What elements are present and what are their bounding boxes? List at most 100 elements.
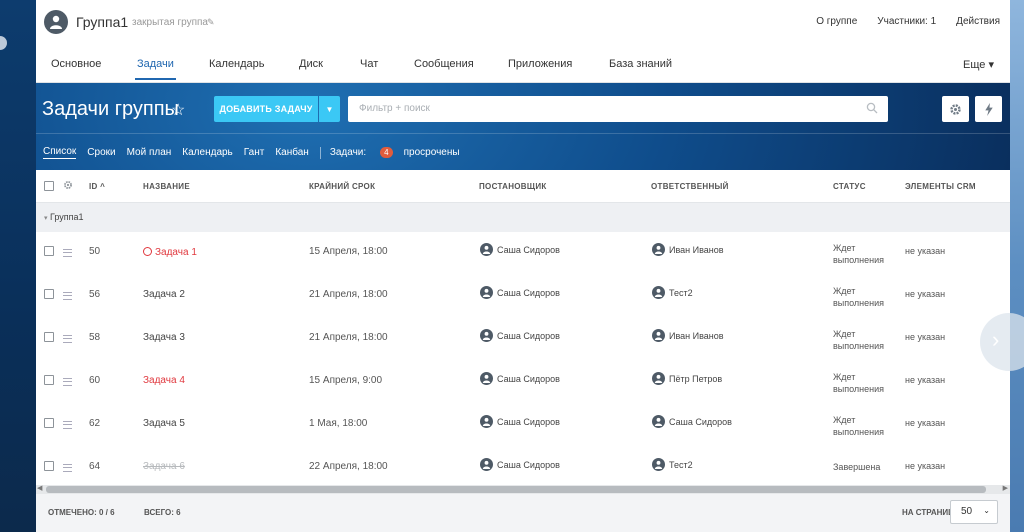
- drag-handle-icon[interactable]: [63, 421, 72, 429]
- task-responsible[interactable]: Иван Иванов: [652, 243, 724, 256]
- row-checkbox[interactable]: [44, 289, 54, 299]
- tab-chat[interactable]: Чат: [360, 58, 378, 70]
- column-crm[interactable]: ЭЛЕМЕНТЫ CRM: [905, 182, 976, 191]
- creator-name: Саша Сидоров: [497, 459, 560, 470]
- task-creator[interactable]: Саша Сидоров: [480, 415, 560, 428]
- group-tabs: Основное Задачи Календарь Диск Чат Сообщ…: [36, 44, 1010, 83]
- task-responsible[interactable]: Иван Иванов: [652, 329, 724, 342]
- lightning-button[interactable]: [975, 96, 1002, 122]
- task-status: Завершена: [833, 461, 880, 473]
- column-status[interactable]: СТАТУС: [833, 182, 866, 191]
- members-link[interactable]: Участники: 1: [877, 16, 936, 27]
- background-right: [1010, 0, 1024, 532]
- task-title[interactable]: Задача 6: [143, 461, 185, 472]
- view-kanban[interactable]: Канбан: [275, 147, 309, 158]
- scrollbar-thumb[interactable]: [46, 486, 986, 493]
- drag-handle-icon[interactable]: [63, 249, 72, 257]
- user-avatar-icon: [652, 329, 665, 342]
- settings-button[interactable]: [942, 96, 969, 122]
- view-my-plan[interactable]: Мой план: [127, 147, 172, 158]
- table-row[interactable]: 62 Задача 5 1 Мая, 18:00 Саша Сидоров Саша С…: [36, 404, 1010, 448]
- task-deadline[interactable]: 1 Мая, 18:00: [309, 418, 367, 429]
- about-group-link[interactable]: О группе: [816, 16, 857, 27]
- task-title[interactable]: Задача 4: [143, 375, 185, 386]
- drag-handle-icon[interactable]: [63, 378, 72, 386]
- table-row[interactable]: 60 Задача 4 15 Апреля, 9:00 Саша Сидоров Пёт…: [36, 361, 1010, 405]
- task-id: 62: [89, 418, 101, 429]
- tab-knowledge-base[interactable]: База знаний: [609, 58, 672, 70]
- tab-tasks[interactable]: Задачи: [135, 58, 176, 80]
- group-avatar-icon[interactable]: [44, 10, 68, 34]
- task-title[interactable]: Задача 2: [143, 289, 185, 300]
- group-row-label: ▾ Группа1: [44, 212, 84, 222]
- column-name[interactable]: НАЗВАНИЕ: [143, 182, 190, 191]
- column-creator[interactable]: ПОСТАНОВЩИК: [479, 182, 547, 191]
- task-status: Ждет выполнения: [833, 242, 884, 266]
- tab-main[interactable]: Основное: [51, 58, 101, 70]
- column-responsible[interactable]: ОТВЕТСТВЕННЫЙ: [651, 182, 729, 191]
- tab-messages[interactable]: Сообщения: [414, 58, 474, 70]
- table-row[interactable]: 58 Задача 3 21 Апреля, 18:00 Саша Сидоров Ив…: [36, 318, 1010, 362]
- row-checkbox[interactable]: [44, 461, 54, 471]
- column-id[interactable]: ID ^: [89, 182, 105, 191]
- column-settings-gear-icon[interactable]: [63, 180, 73, 190]
- group-row[interactable]: ▾ Группа1: [36, 203, 1010, 233]
- edit-pencil-icon[interactable]: ✎: [207, 17, 215, 28]
- task-responsible[interactable]: Саша Сидоров: [652, 415, 732, 428]
- search-input[interactable]: Фильтр + поиск: [348, 96, 888, 122]
- row-checkbox[interactable]: [44, 332, 54, 342]
- chevron-right-icon: ›: [992, 327, 1000, 352]
- tab-calendar[interactable]: Календарь: [209, 58, 265, 70]
- add-task-button[interactable]: ДОБАВИТЬ ЗАДАЧУ: [214, 96, 318, 122]
- task-responsible[interactable]: Тест2: [652, 458, 693, 471]
- user-avatar-icon: [652, 372, 665, 385]
- task-responsible[interactable]: Пётр Петров: [652, 372, 722, 385]
- task-deadline[interactable]: 15 Апреля, 18:00: [309, 246, 388, 257]
- view-gantt[interactable]: Гант: [244, 147, 265, 158]
- add-task-dropdown-icon[interactable]: ▼: [319, 96, 340, 122]
- row-checkbox[interactable]: [44, 418, 54, 428]
- task-creator[interactable]: Саша Сидоров: [480, 286, 560, 299]
- task-creator[interactable]: Саша Сидоров: [480, 329, 560, 342]
- task-title-text: Задача 1: [155, 247, 197, 258]
- tabs-more-button[interactable]: Еще ▾: [963, 58, 994, 71]
- user-avatar-icon: [480, 329, 493, 342]
- drag-handle-icon[interactable]: [63, 464, 72, 472]
- task-deadline[interactable]: 21 Апреля, 18:00: [309, 289, 388, 300]
- actions-link[interactable]: Действия: [956, 16, 1000, 27]
- task-deadline[interactable]: 22 Апреля, 18:00: [309, 461, 388, 472]
- view-deadlines[interactable]: Сроки: [87, 147, 115, 158]
- per-page-select[interactable]: 50 ⌄: [950, 500, 998, 524]
- scroll-left-icon[interactable]: ◀: [37, 484, 42, 492]
- task-creator[interactable]: Саша Сидоров: [480, 243, 560, 256]
- task-title[interactable]: Задача 5: [143, 418, 185, 429]
- side-handle[interactable]: [0, 36, 7, 50]
- overdue-count-badge[interactable]: 4: [380, 147, 393, 158]
- drag-handle-icon[interactable]: [63, 292, 72, 300]
- view-calendar[interactable]: Календарь: [182, 147, 232, 158]
- drag-handle-icon[interactable]: [63, 335, 72, 343]
- task-title[interactable]: Задача 1: [143, 246, 197, 258]
- select-all-checkbox[interactable]: [44, 181, 54, 191]
- task-title[interactable]: Задача 3: [143, 332, 185, 343]
- task-creator[interactable]: Саша Сидоров: [480, 372, 560, 385]
- task-responsible[interactable]: Тест2: [652, 286, 693, 299]
- task-deadline[interactable]: 21 Апреля, 18:00: [309, 332, 388, 343]
- task-creator[interactable]: Саша Сидоров: [480, 458, 560, 471]
- view-list[interactable]: Список: [43, 146, 77, 159]
- task-crm: не указан: [905, 289, 946, 299]
- search-icon[interactable]: [866, 102, 878, 114]
- tab-apps[interactable]: Приложения: [508, 58, 572, 70]
- table-row[interactable]: 56 Задача 2 21 Апреля, 18:00 Саша Сидоров Те…: [36, 275, 1010, 319]
- row-checkbox[interactable]: [44, 375, 54, 385]
- tab-disk[interactable]: Диск: [299, 58, 323, 70]
- task-deadline[interactable]: 15 Апреля, 9:00: [309, 375, 382, 386]
- group-name[interactable]: Группа1: [76, 14, 128, 30]
- column-deadline[interactable]: КРАЙНИЙ СРОК: [309, 182, 375, 191]
- horizontal-scrollbar[interactable]: ◀ ▶: [36, 485, 1010, 494]
- scroll-right-icon[interactable]: ▶: [1003, 484, 1008, 492]
- table-row[interactable]: 50 Задача 1 15 Апреля, 18:00 Саша Сидоров Ив…: [36, 232, 1010, 276]
- star-icon[interactable]: ☆: [171, 100, 185, 120]
- row-checkbox[interactable]: [44, 246, 54, 256]
- overdue-filter-link[interactable]: просрочены: [404, 147, 460, 158]
